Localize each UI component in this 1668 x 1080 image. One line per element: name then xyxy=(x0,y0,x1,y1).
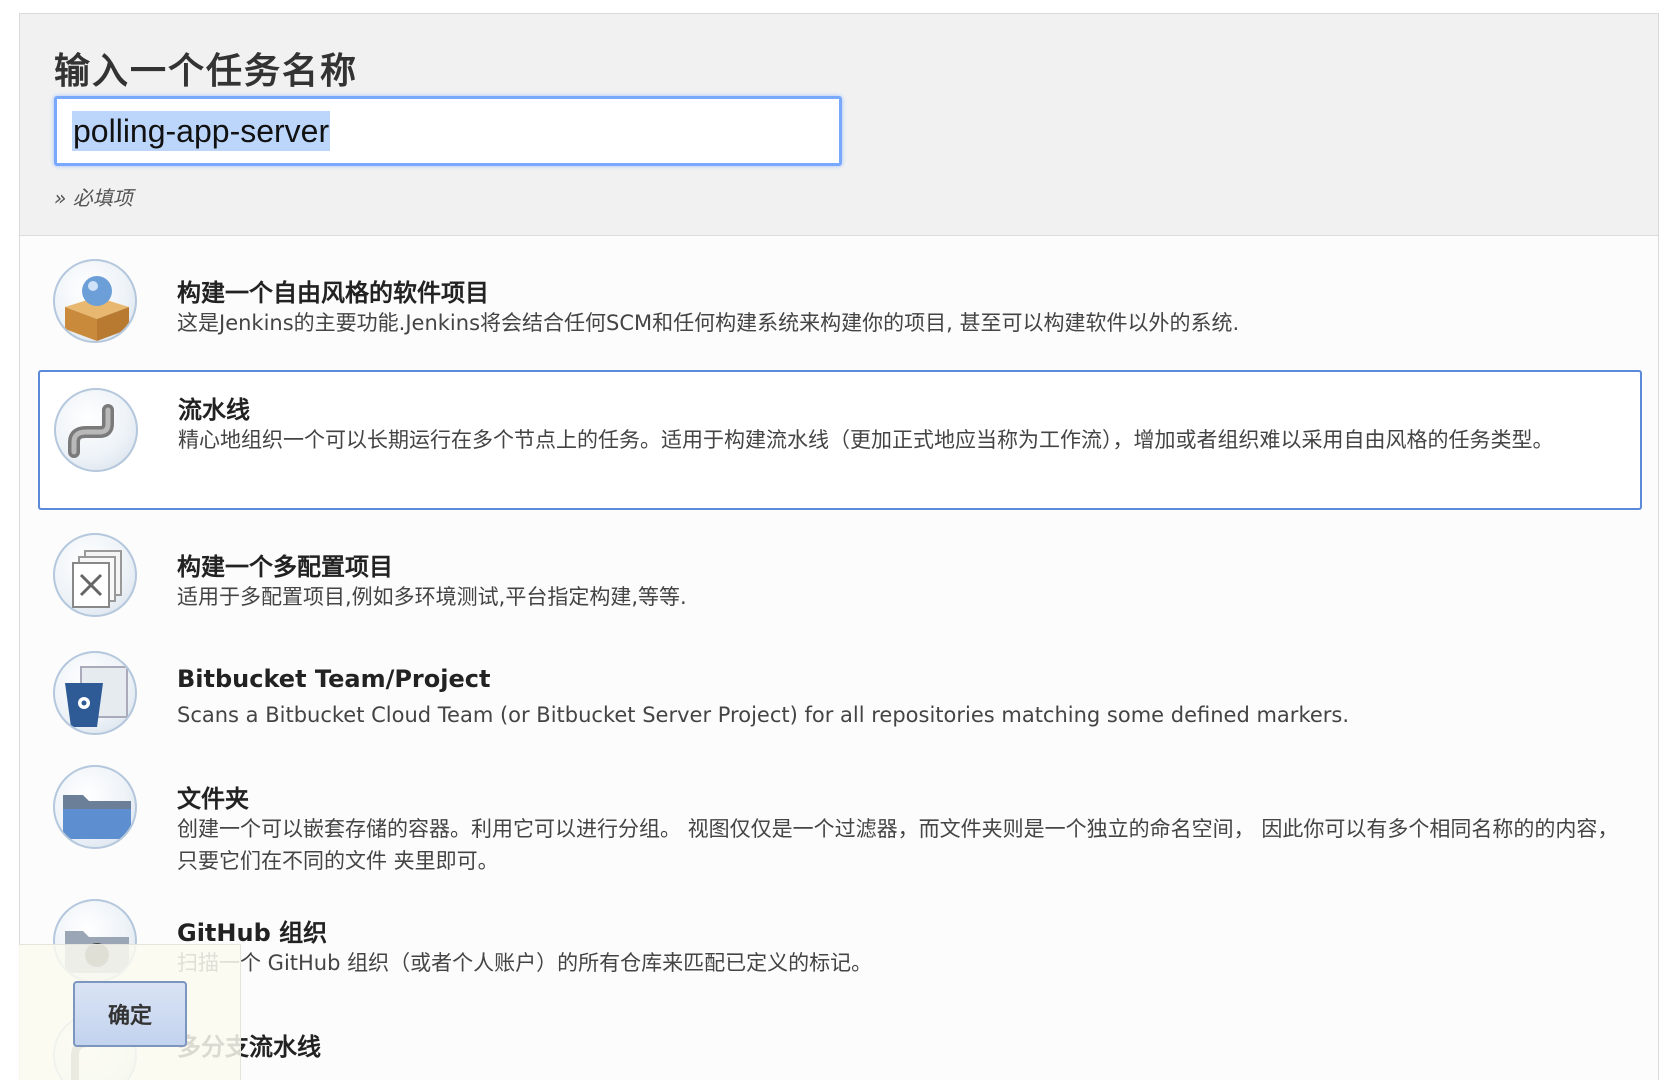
item-name-field[interactable]: polling-app-server xyxy=(54,96,842,166)
ok-button-panel: 确定 xyxy=(19,944,241,1080)
bitbucket-icon xyxy=(53,651,137,735)
new-item-page: 输入一个任务名称 polling-app-server » 必填项 构建一个自由… xyxy=(19,13,1659,1080)
item-description: Scans a Bitbucket Cloud Team (or Bitbuck… xyxy=(177,703,1350,727)
page-title: 输入一个任务名称 xyxy=(54,51,359,92)
ok-button[interactable]: 确定 xyxy=(73,981,187,1047)
multi-config-project-icon xyxy=(53,533,137,617)
item-description: 扫描一个 GitHub 组织（或者个人账户）的所有仓库来匹配已定义的标记。 xyxy=(177,951,873,975)
item-type-github-org[interactable]: GitHub 组织 扫描一个 GitHub 组织（或者个人账户）的所有仓库来匹配… xyxy=(38,890,1642,994)
item-title: Bitbucket Team/Project xyxy=(177,665,491,693)
item-type-multi-config[interactable]: 构建一个多配置项目 适用于多配置项目,例如多环境测试,平台指定构建,等等. xyxy=(38,524,1642,628)
item-title: 文件夹 xyxy=(177,785,249,813)
item-type-pipeline[interactable]: 流水线 精心地组织一个可以长期运行在多个节点上的任务。适用于构建流水线（更加正式… xyxy=(38,370,1642,510)
item-name-input[interactable]: polling-app-server xyxy=(72,111,331,151)
item-description: 精心地组织一个可以长期运行在多个节点上的任务。适用于构建流水线（更加正式地应当称… xyxy=(178,428,1554,452)
item-title: 流水线 xyxy=(178,396,250,424)
item-name-section: 输入一个任务名称 polling-app-server » 必填项 xyxy=(20,14,1658,236)
folder-icon xyxy=(53,765,137,849)
item-description: 创建一个可以嵌套存储的容器。利用它可以进行分组。 视图仅仅是一个过滤器，而文件夹… xyxy=(177,817,1619,873)
item-title: 构建一个多配置项目 xyxy=(177,553,393,581)
item-description: 适用于多配置项目,例如多环境测试,平台指定构建,等等. xyxy=(177,585,687,609)
freestyle-project-icon xyxy=(53,259,137,343)
item-type-multibranch-pipeline[interactable]: 多分支流水线 xyxy=(38,1004,1642,1080)
pipeline-icon xyxy=(54,388,138,472)
item-title: GitHub 组织 xyxy=(177,919,328,947)
item-title: 构建一个自由风格的软件项目 xyxy=(177,279,489,307)
item-type-freestyle[interactable]: 构建一个自由风格的软件项目 这是Jenkins的主要功能.Jenkins将会结合… xyxy=(38,250,1642,354)
item-type-folder[interactable]: 文件夹 创建一个可以嵌套存储的容器。利用它可以进行分组。 视图仅仅是一个过滤器，… xyxy=(38,756,1642,880)
required-hint: » 必填项 xyxy=(54,186,133,210)
item-type-bitbucket[interactable]: Bitbucket Team/Project Scans a Bitbucket… xyxy=(38,642,1642,746)
item-description: 这是Jenkins的主要功能.Jenkins将会结合任何SCM和任何构建系统来构… xyxy=(177,311,1240,335)
